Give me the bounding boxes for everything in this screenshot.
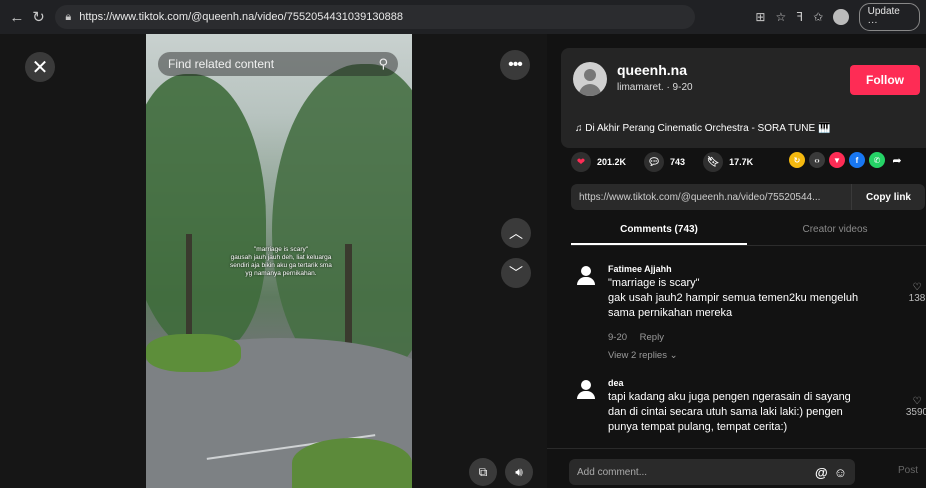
author-subline: limamaret. · 9-20 <box>617 82 693 93</box>
like-stat[interactable]: ❤ 201.2K <box>571 152 626 172</box>
avatar[interactable] <box>573 62 607 96</box>
comment-composer: Add comment... @ ☺ Post <box>547 448 926 488</box>
comment-date: 9-20 <box>608 332 628 343</box>
mention-icon[interactable]: @ <box>815 465 828 480</box>
comment-like-count: 3590 <box>905 407 926 418</box>
favorites-icon[interactable]: ✩ <box>813 10 823 24</box>
volume-icon: 🔊︎ <box>515 464 523 479</box>
next-video-button[interactable]: ﹀ <box>501 258 531 288</box>
comment-author[interactable]: dea <box>608 378 624 388</box>
share-options: ↻ ‹› ▼ f ✆ ➦ <box>789 152 905 168</box>
comment-item: Fatimee Ajjahh "marriage is scary" gak u… <box>575 264 926 364</box>
send-icon[interactable]: ▼ <box>829 152 845 168</box>
comment-author[interactable]: Fatimee Ajjahh <box>608 264 672 274</box>
volume-button[interactable]: 🔊︎ <box>505 458 533 486</box>
previous-video-button[interactable]: ︿ <box>501 218 531 248</box>
address-bar[interactable]: 🔒︎ https://www.tiktok.com/@queenh.na/vid… <box>55 5 696 29</box>
author-card: queenh.na limamaret. · 9-20 Follow ♫ Di … <box>561 48 926 148</box>
post-button[interactable]: Post <box>898 465 918 476</box>
comment-like-count: 138 <box>908 293 926 304</box>
like-count: 201.2K <box>597 157 627 167</box>
avatar[interactable] <box>575 266 597 288</box>
comment-like[interactable]: ♡ 138 <box>902 282 926 304</box>
video-link-bar: https://www.tiktok.com/@queenh.na/video/… <box>571 184 925 210</box>
author-username[interactable]: queenh.na <box>617 62 687 78</box>
chevron-down-icon: ﹀ <box>509 265 523 281</box>
comment-item: dea tapi kadang aku juga pengen ngerasai… <box>575 378 926 442</box>
pip-icon: ⧉ <box>478 464 488 479</box>
follow-button[interactable]: Follow <box>850 65 920 95</box>
emoji-icon[interactable]: ☺ <box>834 465 847 480</box>
reload-icon[interactable]: ↻ <box>28 8 50 26</box>
heart-outline-icon: ♡ <box>912 282 922 293</box>
comment-text: tapi kadang aku juga pengen ngerasain di… <box>608 391 851 433</box>
star-icon[interactable]: ☆ <box>775 10 786 24</box>
comment-icon: 💬︎ <box>644 152 665 172</box>
extension-icon[interactable]: ꟻ <box>796 10 803 24</box>
save-stat[interactable]: 🔖︎ 17.7K <box>703 152 753 172</box>
close-icon: ✕ <box>31 56 49 79</box>
update-button[interactable]: Update ··· <box>858 3 920 31</box>
more-options-button[interactable]: ••• <box>500 50 530 80</box>
video-caption: "marriage is scary" gausah jauh jauh deh… <box>230 246 332 277</box>
video-stage: "marriage is scary" gausah jauh jauh deh… <box>0 34 547 488</box>
embed-icon[interactable]: ‹› <box>809 152 825 168</box>
picture-in-picture-button[interactable]: ⧉ <box>469 458 497 486</box>
view-replies-button[interactable]: View 2 replies ⌄ <box>608 350 678 361</box>
video-hedge <box>146 334 241 372</box>
tab-creator-videos[interactable]: Creator videos <box>747 218 923 245</box>
music-link[interactable]: ♫ Di Akhir Perang Cinematic Orchestra - … <box>575 123 830 134</box>
grid-icon[interactable]: ⊞ <box>755 10 765 24</box>
back-icon[interactable]: ← <box>6 9 28 26</box>
add-comment-input[interactable]: Add comment... @ ☺ <box>569 459 855 485</box>
site-info-icon[interactable]: 🔒︎ <box>65 11 71 24</box>
heart-outline-icon: ♡ <box>912 396 922 407</box>
reply-button[interactable]: Reply <box>640 332 664 343</box>
browser-toolbar: ← ↻ 🔒︎ https://www.tiktok.com/@queenh.na… <box>0 0 926 34</box>
copy-link-button[interactable]: Copy link <box>850 184 925 210</box>
more-icon: ••• <box>508 56 523 73</box>
comment-meta: 9-20 Reply <box>608 332 664 343</box>
panel-tabs: Comments (743) Creator videos <box>571 218 926 246</box>
whatsapp-icon[interactable]: ✆ <box>869 152 885 168</box>
close-button[interactable]: ✕ <box>25 52 55 82</box>
video-tree-left <box>146 74 266 354</box>
related-search-input[interactable]: Find related content ⚲ <box>158 52 398 76</box>
video-hedge <box>292 438 412 488</box>
related-search-placeholder: Find related content <box>168 57 275 71</box>
search-icon[interactable]: ⚲ <box>378 56 388 72</box>
share-arrow-icon[interactable]: ➦ <box>889 152 905 168</box>
video-player[interactable]: "marriage is scary" gausah jauh jauh deh… <box>146 34 412 488</box>
chevron-up-icon: ︿ <box>509 225 523 241</box>
profile-avatar[interactable] <box>833 9 849 25</box>
heart-icon: ❤ <box>571 152 591 172</box>
details-panel: queenh.na limamaret. · 9-20 Follow ♫ Di … <box>547 34 926 488</box>
repost-icon[interactable]: ↻ <box>789 152 805 168</box>
comment-count: 743 <box>670 157 686 167</box>
comment-like[interactable]: ♡ 3590 <box>902 396 926 418</box>
avatar[interactable] <box>575 380 597 402</box>
video-tree-right <box>272 64 412 384</box>
address-text: https://www.tiktok.com/@queenh.na/video/… <box>79 11 403 23</box>
add-comment-placeholder: Add comment... <box>577 466 648 478</box>
engagement-stats: ❤ 201.2K 💬︎ 743 🔖︎ 17.7K <box>571 152 771 172</box>
comment-stat[interactable]: 💬︎ 743 <box>644 152 685 172</box>
video-link-text[interactable]: https://www.tiktok.com/@queenh.na/video/… <box>579 192 820 203</box>
save-count: 17.7K <box>729 157 754 167</box>
tab-comments[interactable]: Comments (743) <box>571 218 747 245</box>
bookmark-icon: 🔖︎ <box>703 152 724 172</box>
facebook-icon[interactable]: f <box>849 152 865 168</box>
comment-text: "marriage is scary" gak usah jauh2 hampi… <box>608 277 859 319</box>
